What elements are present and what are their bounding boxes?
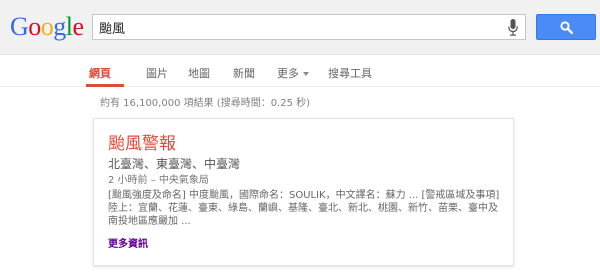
more-info-link[interactable]: 更多資訊: [108, 235, 148, 250]
caret-down-icon: [303, 72, 309, 76]
card-subtitle: 北臺灣、東臺灣、中臺灣: [108, 157, 241, 171]
tab-web[interactable]: 網頁: [89, 65, 111, 81]
logo-letter-g2: g: [53, 12, 66, 41]
typhoon-alert-card: 颱風警報 北臺灣、東臺灣、中臺灣 2 小時前 – 中央氣象局 [颱風強度及命名]…: [93, 118, 514, 266]
card-meta: 2 小時前 – 中央氣象局: [108, 175, 209, 186]
magnifier-icon: [559, 20, 573, 34]
tab-news[interactable]: 新聞: [233, 65, 255, 81]
logo-letter-l: l: [65, 12, 73, 41]
card-title[interactable]: 颱風警報: [108, 129, 176, 154]
google-logo[interactable]: Google: [10, 14, 84, 40]
header-bar: Google: [0, 0, 600, 55]
microphone-icon[interactable]: [508, 19, 518, 36]
search-box: [92, 14, 526, 40]
card-body: [颱風強度及命名] 中度颱風，國際命名：SOULIK，中文譯名：蘇力 ... […: [108, 190, 500, 227]
tab-search-tools[interactable]: 搜尋工具: [328, 65, 372, 81]
search-input[interactable]: [99, 18, 499, 36]
tab-maps[interactable]: 地圖: [188, 65, 210, 81]
tab-more[interactable]: 更多: [277, 65, 309, 81]
tab-more-label: 更多: [277, 67, 299, 80]
logo-letter-g: G: [10, 12, 29, 41]
logo-letter-o1: o: [28, 12, 41, 41]
logo-letter-o2: o: [40, 12, 54, 41]
search-tabs: 網頁 圖片 地圖 新聞 更多 搜尋工具: [0, 55, 600, 87]
logo-letter-e: e: [72, 12, 85, 41]
result-stats: 約有 16,100,000 項結果 (搜尋時間：0.25 秒): [100, 98, 311, 109]
active-tab-indicator: [86, 84, 124, 87]
search-button[interactable]: [536, 14, 596, 40]
tab-images[interactable]: 圖片: [146, 65, 168, 81]
